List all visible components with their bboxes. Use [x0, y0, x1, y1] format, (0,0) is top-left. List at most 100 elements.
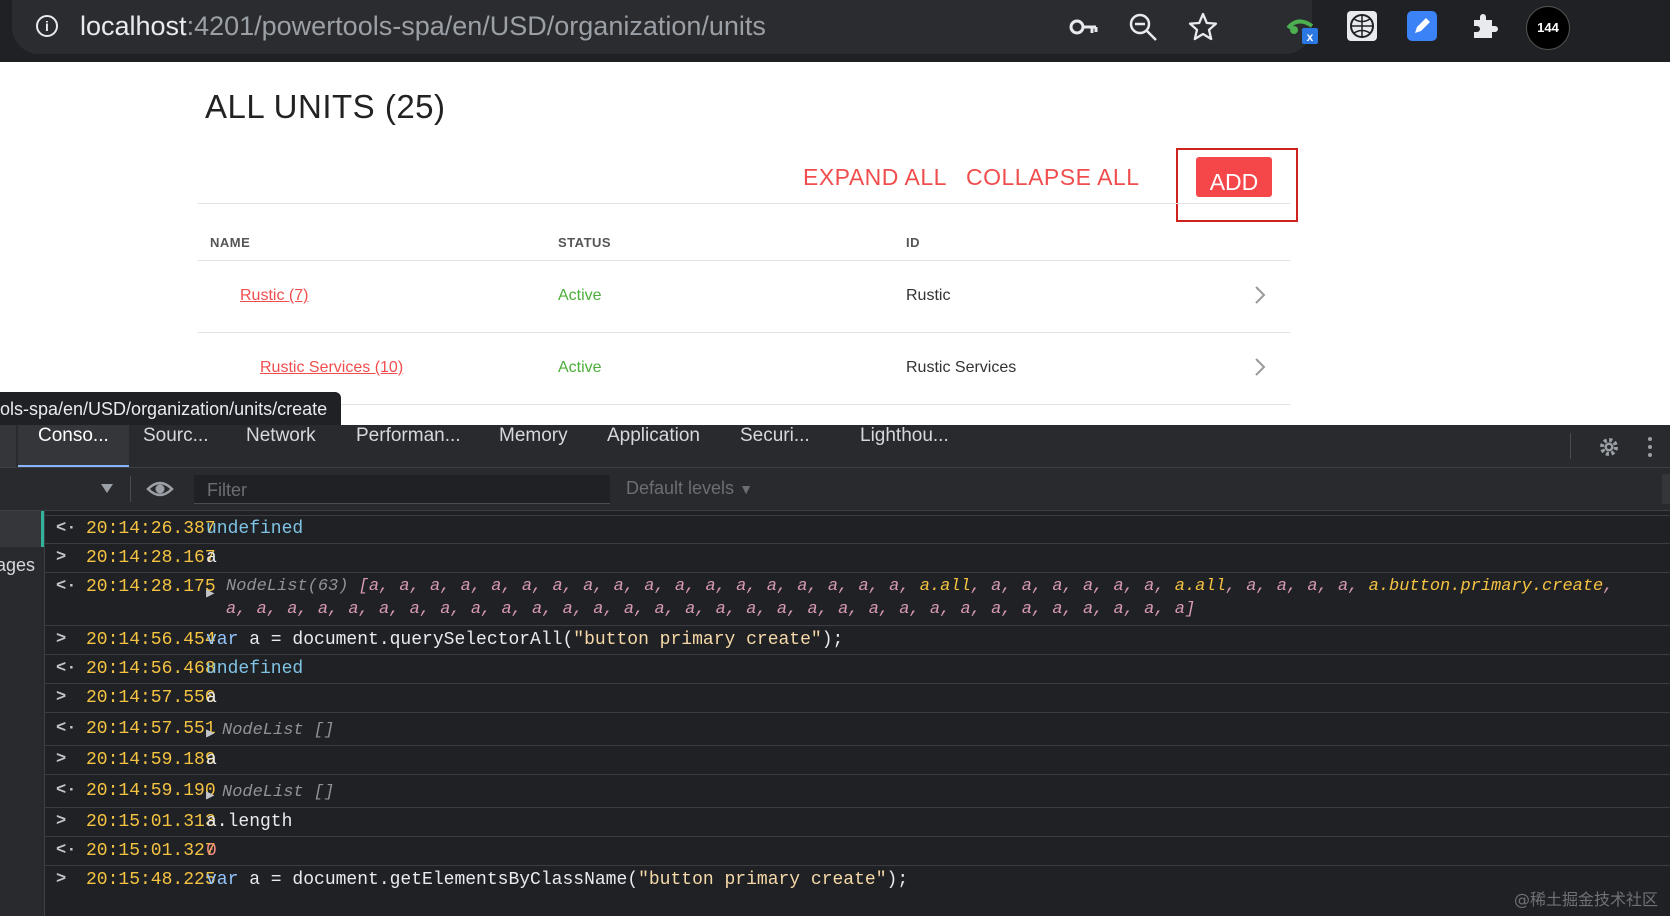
- tab-elements-partial[interactable]: [0, 425, 16, 467]
- input-arrow-icon: >: [56, 750, 67, 769]
- watermark: @稀土掘金技术社区: [1513, 890, 1658, 909]
- result-arrow-icon: <·: [56, 841, 77, 860]
- globe-icon[interactable]: [1344, 8, 1380, 44]
- zoom-out-icon[interactable]: [1128, 12, 1158, 42]
- sidebar-selected-item[interactable]: [0, 511, 44, 547]
- browser-toolbar: i localhost:4201/powertools-spa/en/USD/o…: [0, 0, 1670, 62]
- expand-triangle-icon[interactable]: ▶: [206, 725, 214, 742]
- tab-security[interactable]: Securi...: [740, 425, 810, 467]
- key-icon[interactable]: [1068, 12, 1098, 42]
- input-arrow-icon: >: [56, 870, 67, 889]
- svg-text:x: x: [1307, 30, 1314, 44]
- timestamp: 20:14:56.454: [86, 630, 216, 650]
- toolbar-divider: [130, 476, 131, 502]
- console-input: a: [206, 750, 217, 770]
- timestamp: 20:14:57.550: [86, 688, 216, 708]
- tab-network[interactable]: Network: [246, 425, 316, 467]
- units-page: ALL UNITS (25) EXPAND ALL COLLAPSE ALL A…: [0, 62, 1670, 425]
- console-value: 0: [206, 841, 217, 861]
- column-header-name[interactable]: NAME: [210, 235, 250, 250]
- column-header-id: ID: [906, 235, 920, 250]
- filter-input[interactable]: [205, 477, 609, 503]
- console-input: a.length: [206, 812, 293, 832]
- eye-icon[interactable]: [146, 477, 174, 501]
- nodelist-preview[interactable]: NodeList []: [222, 721, 334, 740]
- log-levels-dropdown[interactable]: Default levels ▼: [626, 478, 753, 499]
- timestamp: 20:14:26.387: [86, 519, 216, 539]
- console-entry: <· 20:15:01.327 0: [44, 837, 1670, 866]
- console-entry: <· 20:14:56.468 undefined: [44, 655, 1670, 684]
- console-entry[interactable]: <· 20:14:57.551 ▶ NodeList []: [44, 713, 1670, 746]
- tab-application[interactable]: Application: [607, 425, 700, 467]
- unit-name-link[interactable]: Rustic Services (10): [260, 359, 403, 377]
- tab-performance[interactable]: Performan...: [356, 425, 461, 467]
- timestamp: 20:14:59.189: [86, 750, 216, 770]
- result-arrow-icon: <·: [56, 519, 77, 538]
- unit-id: Rustic: [906, 287, 951, 304]
- timestamp: 20:14:59.190: [86, 781, 216, 801]
- result-arrow-icon: <·: [56, 577, 77, 596]
- expand-triangle-icon[interactable]: ▶: [206, 787, 214, 804]
- console-entry: > 20:15:01.313 a.length: [44, 808, 1670, 837]
- table-row[interactable]: Rustic Services (10) Active Rustic Servi…: [198, 333, 1290, 405]
- nodelist-preview[interactable]: NodeList(63) [a, a, a, a, a, a, a, a, a,…: [226, 577, 1613, 596]
- profile-avatar[interactable]: 144: [1526, 6, 1570, 50]
- timestamp: 20:15:01.327: [86, 841, 216, 861]
- console-sidebar: ages: [0, 511, 45, 916]
- expand-all-link[interactable]: EXPAND ALL: [803, 164, 947, 191]
- table-divider: [198, 203, 1290, 204]
- console-input: var a = document.getElementsByClassName(…: [206, 870, 909, 890]
- tab-sources[interactable]: Sourc...: [143, 425, 208, 467]
- status-text: Active: [558, 359, 602, 376]
- collapse-all-link[interactable]: COLLAPSE ALL: [966, 164, 1140, 191]
- sidebar-item-messages[interactable]: ages: [0, 555, 35, 576]
- console-value: undefined: [206, 519, 304, 539]
- info-icon[interactable]: i: [36, 15, 58, 37]
- chevron-right-icon[interactable]: [1250, 357, 1270, 377]
- console-entry: > 20:15:48.225 var a = document.getEleme…: [44, 866, 1670, 894]
- expand-triangle-icon[interactable]: ▶: [206, 585, 214, 602]
- result-arrow-icon: <·: [56, 719, 77, 738]
- chevron-right-icon[interactable]: [1250, 285, 1270, 305]
- nodelist-preview-line2: a, a, a, a, a, a, a, a, a, a, a, a, a, a…: [226, 600, 1196, 619]
- timestamp: 20:14:56.468: [86, 659, 216, 679]
- result-arrow-icon: <·: [56, 659, 77, 678]
- page-title: ALL UNITS (25): [205, 88, 446, 125]
- tab-memory[interactable]: Memory: [499, 425, 568, 467]
- console-entry: > 20:14:56.454 var a = document.querySel…: [44, 626, 1670, 655]
- context-dropdown-icon[interactable]: [100, 481, 114, 495]
- star-icon[interactable]: [1188, 12, 1218, 42]
- console-input: a: [206, 688, 217, 708]
- annotation-highlight-box: [1176, 148, 1298, 222]
- gear-icon[interactable]: [1597, 435, 1621, 459]
- input-arrow-icon: >: [56, 688, 67, 707]
- chevron-down-icon: ▼: [739, 481, 753, 497]
- extension-icon[interactable]: x: [1284, 8, 1320, 44]
- status-text: Active: [558, 287, 602, 304]
- unit-name-link[interactable]: Rustic (7): [240, 287, 308, 305]
- more-menu-icon[interactable]: [1646, 435, 1654, 459]
- table-divider: [198, 404, 1290, 405]
- address-bar[interactable]: i localhost:4201/powertools-spa/en/USD/o…: [12, 0, 1312, 54]
- tab-console[interactable]: Conso...: [18, 425, 129, 467]
- console-entry[interactable]: <· 20:14:28.175 ▶ NodeList(63) [a, a, a,…: [44, 573, 1670, 626]
- column-header-status[interactable]: STATUS: [558, 235, 611, 250]
- tab-divider: [1570, 433, 1571, 459]
- unit-id: Rustic Services: [906, 359, 1017, 376]
- puzzle-icon[interactable]: [1466, 8, 1502, 44]
- console-output: <· 20:14:26.387 undefined > 20:14:28.167…: [44, 511, 1670, 916]
- console-input: a: [206, 548, 217, 568]
- console-entry[interactable]: <· 20:14:59.190 ▶ NodeList []: [44, 775, 1670, 808]
- link-status-tooltip: ols-spa/en/USD/organization/units/create: [0, 392, 342, 426]
- devtools-panel: Conso... Sourc... Network Performan... M…: [0, 425, 1670, 916]
- url-text[interactable]: localhost:4201/powertools-spa/en/USD/org…: [80, 11, 766, 42]
- tab-lighthouse[interactable]: Lighthou...: [860, 425, 949, 467]
- edit-icon[interactable]: [1404, 8, 1440, 44]
- table-row[interactable]: Rustic (7) Active Rustic: [198, 261, 1290, 333]
- console-value: undefined: [206, 659, 304, 679]
- nodelist-preview[interactable]: NodeList []: [222, 783, 334, 802]
- timestamp: 20:15:01.313: [86, 812, 216, 832]
- log-levels-label: Default levels: [626, 478, 735, 498]
- timestamp: 20:14:57.551: [86, 719, 216, 739]
- console-entry: <· 20:14:26.387 undefined: [44, 515, 1670, 544]
